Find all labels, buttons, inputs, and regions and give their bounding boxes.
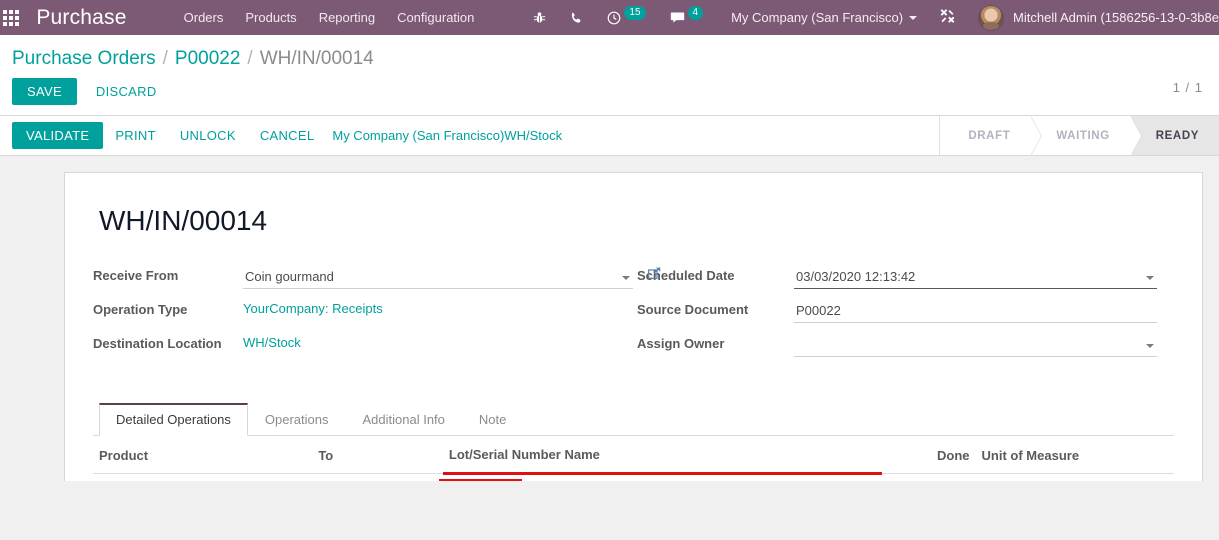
content-area: WH/IN/00014 Receive From Coin gourmand O…	[0, 156, 1219, 481]
activity-clock-icon[interactable]: 15	[595, 5, 657, 25]
form-sheet: WH/IN/00014 Receive From Coin gourmand O…	[64, 172, 1203, 481]
table-row[interactable]: Demo Product WH/Stock LOT 01 0.000 Units	[93, 473, 1174, 481]
scheduled-date-input[interactable]: 03/03/2020 12:13:42	[794, 267, 1157, 289]
field-assign-owner: Assign Owner	[637, 333, 1157, 359]
chevron-down-icon	[1146, 276, 1154, 280]
column-header-actions	[1142, 436, 1174, 474]
field-label-source-document: Source Document	[637, 302, 749, 317]
cell-unit-of-measure[interactable]: Units	[975, 473, 1143, 481]
breadcrumb: Purchase Orders / P00022 / WH/IN/00014	[0, 35, 1219, 78]
field-label-destination-location: Destination Location	[93, 336, 222, 351]
notebook: Detailed Operations Operations Additiona…	[93, 403, 1174, 481]
tab-detailed-operations[interactable]: Detailed Operations	[99, 403, 248, 436]
tab-additional-info[interactable]: Additional Info	[346, 403, 462, 436]
breadcrumb-separator: /	[162, 48, 168, 69]
cell-lot-serial-number[interactable]: LOT 01	[438, 473, 882, 481]
column-header-lot-serial-number-name[interactable]: Lot/Serial Number Name	[442, 436, 882, 475]
scheduled-date-value: 03/03/2020 12:13:42	[796, 269, 916, 284]
bug-icon[interactable]	[521, 11, 558, 25]
save-button[interactable]: SAVE	[12, 78, 77, 105]
action-statusbar: VALIDATE PRINT UNLOCK CANCEL My Company …	[0, 115, 1219, 156]
lot-value-highlight[interactable]: LOT 01	[438, 479, 522, 481]
tab-note[interactable]: Note	[462, 403, 523, 436]
cell-to[interactable]: WH/Stock	[312, 473, 443, 481]
field-scheduled-date: Scheduled Date 03/03/2020 12:13:42	[637, 265, 1157, 291]
receive-from-input[interactable]: Coin gourmand	[243, 267, 633, 289]
breadcrumb-item-p00022[interactable]: P00022	[175, 48, 241, 70]
main-menu: Orders Products Reporting Configuration	[173, 0, 486, 35]
pager-counter[interactable]: 1 / 1	[1173, 80, 1203, 95]
control-panel: Purchase Orders / P00022 / WH/IN/00014 S…	[0, 35, 1219, 116]
field-operation-type: Operation Type YourCompany: Receipts	[93, 299, 633, 325]
table-header-row: Product To Lot/Serial Number Name Done U…	[93, 436, 1174, 475]
notebook-tabs: Detailed Operations Operations Additiona…	[93, 403, 1174, 436]
unlock-button[interactable]: UNLOCK	[168, 123, 248, 148]
status-pipeline: DRAFT WAITING READY	[939, 115, 1219, 156]
field-destination-location: Destination Location WH/Stock	[93, 333, 633, 359]
cancel-button[interactable]: CANCEL	[248, 123, 327, 148]
avatar	[978, 4, 1005, 31]
apps-grid-icon[interactable]	[0, 0, 22, 35]
menu-item-orders[interactable]: Orders	[173, 0, 235, 35]
breadcrumb-item-current: WH/IN/00014	[259, 48, 374, 69]
detailed-operations-table: Product To Lot/Serial Number Name Done U…	[93, 436, 1174, 481]
field-receive-from: Receive From Coin gourmand	[93, 265, 661, 291]
context-location-link[interactable]: My Company (San Francisco)WH/Stock	[332, 128, 562, 143]
systray: 15 4	[521, 5, 716, 25]
menu-item-reporting[interactable]: Reporting	[308, 0, 386, 35]
form-column-right: Scheduled Date 03/03/2020 12:13:42 Sourc…	[637, 265, 1157, 367]
operation-type-value[interactable]: YourCompany: Receipts	[243, 301, 383, 316]
cell-done[interactable]: 0.000	[881, 473, 976, 481]
tools-icon[interactable]	[939, 8, 956, 28]
destination-location-value[interactable]: WH/Stock	[243, 335, 301, 350]
external-link-icon[interactable]	[648, 267, 661, 283]
discard-button[interactable]: DISCARD	[83, 78, 170, 105]
field-source-document: Source Document P00022	[637, 299, 1157, 325]
status-step-ready[interactable]: READY	[1129, 116, 1219, 155]
messages-chat-icon[interactable]: 4	[658, 5, 716, 25]
breadcrumb-item-purchase-orders[interactable]: Purchase Orders	[12, 48, 156, 70]
menu-item-products[interactable]: Products	[234, 0, 307, 35]
breadcrumb-separator-2: /	[247, 48, 253, 69]
column-header-unit-of-measure[interactable]: Unit of Measure	[975, 436, 1143, 474]
validate-button[interactable]: VALIDATE	[12, 122, 104, 149]
company-name-label: My Company (San Francisco)	[731, 10, 904, 25]
column-header-to[interactable]: To	[312, 436, 443, 474]
menu-item-configuration[interactable]: Configuration	[386, 0, 485, 35]
app-brand-title[interactable]: Purchase	[22, 6, 136, 30]
chevron-down-icon	[909, 15, 918, 20]
company-switcher[interactable]: My Company (San Francisco)	[731, 10, 918, 25]
chevron-down-icon	[1146, 344, 1154, 348]
form-column-left: Receive From Coin gourmand Operation Typ…	[93, 265, 661, 367]
user-name-label: Mitchell Admin (1586256-13-0-3b8e	[1013, 10, 1219, 25]
print-button[interactable]: PRINT	[103, 123, 168, 148]
column-header-done[interactable]: Done	[881, 436, 976, 474]
source-document-value: P00022	[796, 303, 841, 318]
status-step-draft[interactable]: DRAFT	[942, 115, 1043, 156]
trash-icon[interactable]	[1142, 473, 1174, 481]
tab-operations[interactable]: Operations	[248, 403, 346, 436]
receive-from-value: Coin gourmand	[245, 269, 334, 284]
column-header-product[interactable]: Product	[93, 436, 313, 474]
form-fields: Receive From Coin gourmand Operation Typ…	[93, 265, 1174, 367]
field-label-assign-owner: Assign Owner	[637, 336, 725, 351]
activity-count-badge: 15	[624, 5, 646, 20]
page-title: WH/IN/00014	[99, 205, 268, 236]
field-label-receive-from: Receive From	[93, 268, 179, 283]
record-controls: SAVE DISCARD 1 / 1	[0, 78, 1219, 115]
top-navbar: Purchase Orders Products Reporting Confi…	[0, 0, 1219, 35]
phone-icon[interactable]	[558, 11, 595, 25]
chevron-down-icon	[622, 276, 630, 280]
cell-product[interactable]: Demo Product	[93, 473, 313, 481]
action-buttons: VALIDATE PRINT UNLOCK CANCEL My Company …	[0, 116, 562, 155]
source-document-input[interactable]: P00022	[794, 301, 1157, 323]
status-step-waiting[interactable]: WAITING	[1030, 115, 1143, 156]
field-label-operation-type: Operation Type	[93, 302, 188, 317]
messages-count-badge: 4	[687, 5, 704, 20]
user-menu[interactable]: Mitchell Admin (1586256-13-0-3b8e	[978, 4, 1219, 31]
assign-owner-input[interactable]	[794, 335, 1157, 357]
